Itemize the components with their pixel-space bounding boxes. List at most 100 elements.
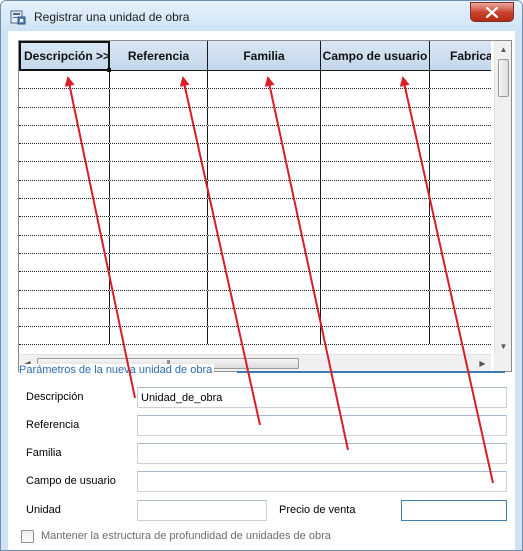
grid-body[interactable] [19, 71, 491, 357]
table-cell[interactable] [430, 217, 491, 234]
table-row[interactable] [19, 71, 491, 90]
table-cell[interactable] [110, 162, 208, 180]
table-cell[interactable] [110, 253, 208, 272]
table-cell[interactable] [110, 272, 208, 290]
table-cell[interactable] [19, 199, 110, 217]
table-row[interactable] [19, 272, 491, 291]
table-cell[interactable] [208, 125, 321, 144]
table-cell[interactable] [19, 107, 110, 125]
table-cell[interactable] [430, 108, 491, 125]
table-cell[interactable] [110, 71, 208, 89]
table-cell[interactable] [430, 309, 491, 326]
close-button[interactable] [470, 2, 514, 22]
vertical-scrollbar[interactable]: ▲ ▼ [494, 41, 511, 355]
table-cell[interactable] [19, 290, 110, 308]
table-cell[interactable] [110, 235, 208, 253]
table-cell[interactable] [321, 199, 430, 217]
table-cell[interactable] [19, 144, 110, 162]
table-row[interactable] [19, 199, 491, 218]
table-cell[interactable] [110, 217, 208, 235]
table-cell[interactable] [321, 272, 430, 290]
table-cell[interactable] [208, 199, 321, 217]
data-grid[interactable]: Descripción >> Referencia Familia Campo … [18, 40, 512, 372]
table-cell[interactable] [110, 107, 208, 125]
familia-input[interactable] [137, 443, 507, 464]
table-cell[interactable] [430, 162, 491, 179]
table-cell[interactable] [19, 217, 110, 235]
table-cell[interactable] [321, 180, 430, 199]
campo-usuario-input[interactable] [137, 471, 507, 492]
table-cell[interactable] [208, 71, 321, 89]
table-cell[interactable] [208, 89, 321, 107]
table-cell[interactable] [321, 107, 430, 125]
mantener-estructura-checkbox[interactable] [21, 530, 34, 543]
table-row[interactable] [19, 308, 491, 328]
table-cell[interactable] [430, 199, 491, 216]
column-header-fabricante[interactable]: Fabrica [430, 41, 491, 71]
table-cell[interactable] [19, 180, 110, 199]
table-cell[interactable] [110, 125, 208, 144]
table-cell[interactable] [208, 253, 321, 272]
table-cell[interactable] [430, 71, 491, 88]
table-cell[interactable] [321, 327, 430, 345]
table-cell[interactable] [19, 272, 110, 290]
table-cell[interactable] [321, 235, 430, 253]
table-cell[interactable] [208, 308, 321, 327]
vertical-scroll-thumb[interactable] [498, 59, 509, 97]
table-row[interactable] [19, 327, 491, 346]
table-cell[interactable] [321, 290, 430, 308]
table-cell[interactable] [321, 162, 430, 180]
table-cell[interactable] [430, 89, 491, 106]
table-cell[interactable] [110, 199, 208, 217]
table-cell[interactable] [110, 327, 208, 345]
table-cell[interactable] [430, 272, 491, 289]
table-cell[interactable] [321, 125, 430, 144]
table-row[interactable] [19, 235, 491, 254]
table-cell[interactable] [321, 144, 430, 162]
table-row[interactable] [19, 253, 491, 273]
column-header-descripcion[interactable]: Descripción >> [19, 41, 110, 71]
table-cell[interactable] [321, 253, 430, 272]
table-row[interactable] [19, 144, 491, 163]
table-cell[interactable] [321, 308, 430, 327]
table-cell[interactable] [19, 327, 110, 345]
table-cell[interactable] [19, 125, 110, 144]
table-cell[interactable] [110, 89, 208, 107]
table-cell[interactable] [430, 126, 491, 143]
table-cell[interactable] [208, 327, 321, 345]
table-row[interactable] [19, 107, 491, 126]
table-cell[interactable] [321, 71, 430, 89]
title-bar[interactable]: Registrar una unidad de obra [1, 1, 522, 31]
precio-venta-input[interactable] [401, 500, 507, 521]
referencia-input[interactable] [137, 415, 507, 436]
table-cell[interactable] [430, 327, 491, 344]
scroll-down-arrow-icon[interactable]: ▼ [495, 338, 511, 355]
table-cell[interactable] [19, 235, 110, 253]
scroll-up-arrow-icon[interactable]: ▲ [495, 41, 511, 58]
table-cell[interactable] [110, 144, 208, 162]
table-cell[interactable] [110, 180, 208, 199]
table-cell[interactable] [208, 272, 321, 290]
table-row[interactable] [19, 290, 491, 309]
table-row[interactable] [19, 162, 491, 181]
table-cell[interactable] [208, 217, 321, 235]
table-cell[interactable] [430, 144, 491, 161]
unidad-input[interactable] [137, 500, 267, 521]
table-cell[interactable] [208, 107, 321, 125]
descripcion-input[interactable] [137, 387, 507, 408]
table-cell[interactable] [110, 308, 208, 327]
table-row[interactable] [19, 180, 491, 200]
table-cell[interactable] [19, 71, 110, 89]
scroll-right-arrow-icon[interactable]: ▶ [474, 355, 491, 371]
table-cell[interactable] [19, 308, 110, 327]
table-cell[interactable] [208, 144, 321, 162]
table-cell[interactable] [430, 181, 491, 198]
column-header-familia[interactable]: Familia [208, 41, 321, 71]
column-header-referencia[interactable]: Referencia [110, 41, 208, 71]
table-row[interactable] [19, 89, 491, 108]
table-row[interactable] [19, 125, 491, 145]
table-cell[interactable] [430, 291, 491, 308]
table-cell[interactable] [430, 236, 491, 253]
table-cell[interactable] [430, 254, 491, 271]
table-row[interactable] [19, 217, 491, 236]
